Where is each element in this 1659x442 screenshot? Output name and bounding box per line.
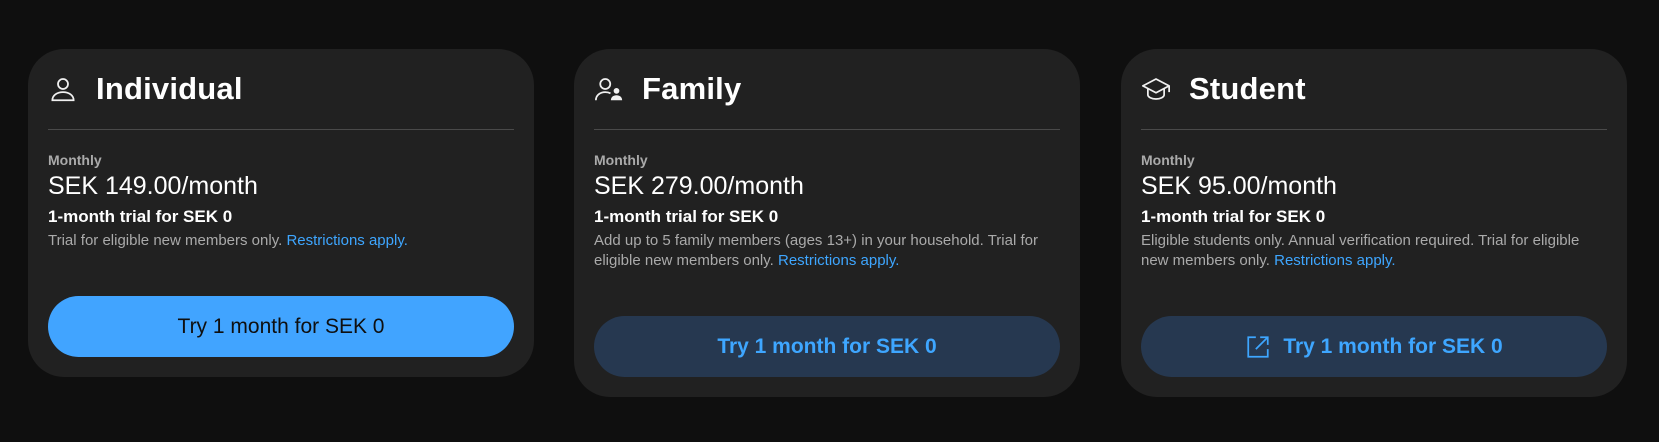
button-label: Try 1 month for SEK 0 <box>177 314 385 338</box>
plan-description: Add up to 5 family members (ages 13+) in… <box>594 231 1060 271</box>
family-icon <box>594 74 624 104</box>
graduation-cap-icon <box>1141 74 1171 104</box>
billing-period: Monthly <box>594 152 648 168</box>
divider <box>1141 129 1607 130</box>
plan-card-individual: Individual Monthly SEK 149.00/month 1-mo… <box>28 49 534 377</box>
try-family-button[interactable]: Try 1 month for SEK 0 <box>594 316 1060 377</box>
billing-period: Monthly <box>48 152 102 168</box>
plan-title: Family <box>642 71 742 106</box>
plan-header: Individual <box>48 49 514 129</box>
plan-card-family: Family Monthly SEK 279.00/month 1-month … <box>574 49 1080 397</box>
button-label: Try 1 month for SEK 0 <box>1283 334 1503 358</box>
plan-card-student: Student Monthly SEK 95.00/month 1-month … <box>1121 49 1627 397</box>
try-student-button[interactable]: Try 1 month for SEK 0 <box>1141 316 1607 377</box>
external-link-icon <box>1245 334 1271 360</box>
restrictions-link[interactable]: Restrictions apply. <box>1274 252 1395 269</box>
try-individual-button[interactable]: Try 1 month for SEK 0 <box>48 296 514 357</box>
trial-offer: 1-month trial for SEK 0 <box>48 207 233 226</box>
plan-price: SEK 149.00/month <box>48 172 258 200</box>
person-icon <box>48 74 78 104</box>
plan-title: Student <box>1189 71 1306 106</box>
plan-header: Student <box>1141 49 1607 129</box>
plan-price: SEK 95.00/month <box>1141 172 1337 200</box>
divider <box>48 129 514 130</box>
billing-period: Monthly <box>1141 152 1195 168</box>
divider <box>594 129 1060 130</box>
plan-header: Family <box>594 49 1060 129</box>
trial-offer: 1-month trial for SEK 0 <box>594 207 779 226</box>
plan-price: SEK 279.00/month <box>594 172 804 200</box>
restrictions-link[interactable]: Restrictions apply. <box>778 252 899 269</box>
plan-description: Eligible students only. Annual verificat… <box>1141 231 1607 271</box>
plan-title: Individual <box>96 71 243 106</box>
plan-cards: Individual Monthly SEK 149.00/month 1-mo… <box>0 0 1659 442</box>
plan-description: Trial for eligible new members only. Res… <box>48 231 514 251</box>
description-text: Trial for eligible new members only. <box>48 232 283 249</box>
button-label: Try 1 month for SEK 0 <box>717 334 937 358</box>
restrictions-link[interactable]: Restrictions apply. <box>286 232 407 249</box>
trial-offer: 1-month trial for SEK 0 <box>1141 207 1326 226</box>
